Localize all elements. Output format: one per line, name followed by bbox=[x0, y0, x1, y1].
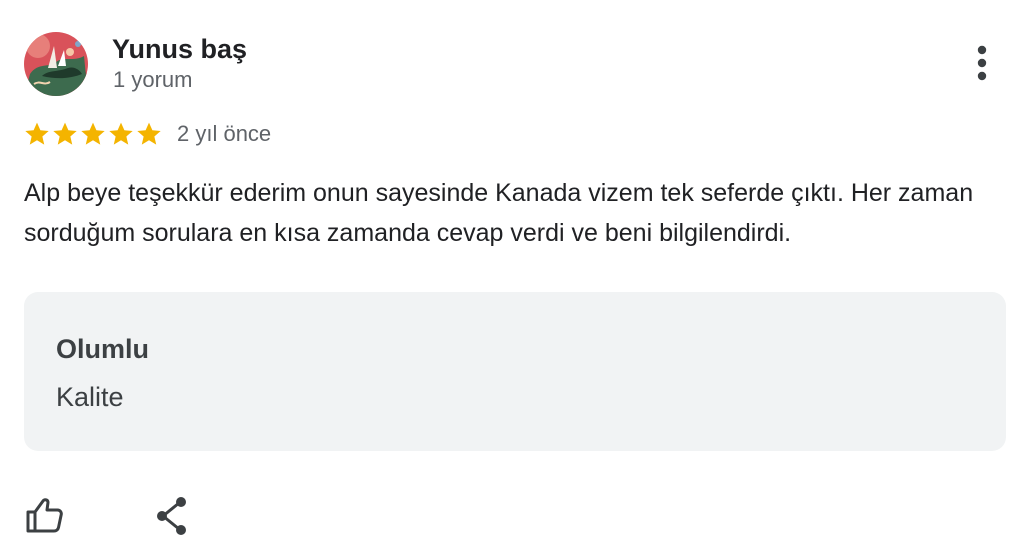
more-vert-icon bbox=[977, 45, 987, 81]
author-review-count[interactable]: 1 yorum bbox=[113, 66, 192, 94]
review-attributes: Olumlu Kalite bbox=[24, 292, 1006, 451]
star-icon bbox=[25, 122, 49, 145]
star-icon bbox=[137, 122, 161, 145]
review-card: Yunus baş 1 yorum 2 yıl önce Alp beye te… bbox=[0, 0, 1018, 554]
author-name[interactable]: Yunus baş bbox=[112, 32, 247, 66]
star-rating bbox=[23, 120, 163, 148]
avatar[interactable] bbox=[24, 32, 88, 96]
star-icon bbox=[81, 122, 105, 145]
thumb-up-icon bbox=[26, 498, 63, 533]
attribute-value: Kalite bbox=[56, 382, 124, 412]
rating-row: 2 yıl önce bbox=[23, 119, 271, 149]
more-options-button[interactable] bbox=[962, 42, 1002, 86]
avatar-image bbox=[24, 32, 88, 96]
share-button[interactable] bbox=[148, 492, 196, 540]
star-icon bbox=[53, 122, 77, 145]
attribute-title: Olumlu bbox=[56, 334, 149, 364]
share-icon bbox=[157, 497, 186, 535]
like-button[interactable] bbox=[20, 492, 68, 540]
star-icon bbox=[109, 122, 133, 145]
review-date: 2 yıl önce bbox=[177, 121, 272, 146]
review-text: Alp beye teşekkür ederim onun sayesinde … bbox=[24, 179, 974, 247]
